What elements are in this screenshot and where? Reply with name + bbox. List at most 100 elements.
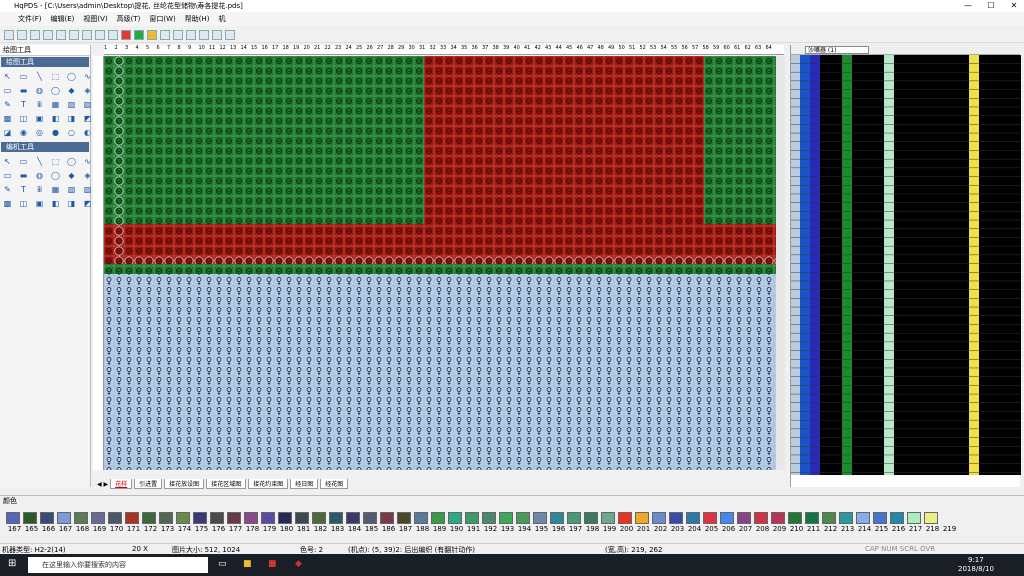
draw-tool-icon-13[interactable]: T [17, 98, 30, 111]
color-swatch[interactable] [890, 512, 904, 524]
draw-tool-icon-21[interactable]: ◧ [49, 112, 62, 125]
color-swatch[interactable] [227, 512, 241, 524]
color-swatch[interactable] [125, 512, 139, 524]
tab-2[interactable]: 引进置 [134, 479, 163, 489]
taskbar-search[interactable]: 在这里输入你要搜索的内容 [28, 557, 208, 573]
color-swatch[interactable] [499, 512, 513, 524]
menu-file[interactable]: 文件(F) [18, 14, 42, 24]
fill-icon[interactable] [212, 29, 222, 40]
tab-pattern[interactable]: 花样 [110, 479, 133, 489]
color-swatch[interactable] [91, 512, 105, 524]
color-swatch[interactable] [703, 512, 717, 524]
color-swatch[interactable] [176, 512, 190, 524]
color-red-icon[interactable] [121, 29, 131, 40]
mirror-icon[interactable] [199, 29, 209, 40]
color-swatch[interactable] [635, 512, 649, 524]
draw-tool-icon-24[interactable]: ◪ [1, 126, 14, 139]
redo-icon[interactable] [56, 29, 66, 40]
draw-tool-icon-19[interactable]: ◫ [17, 112, 30, 125]
color-swatch[interactable] [873, 512, 887, 524]
knit-tool-icon-12[interactable]: ✎ [1, 183, 14, 196]
draw-tool-icon-28[interactable]: ○ [65, 126, 78, 139]
draw-tool-icon-14[interactable]: ⅲ [33, 98, 46, 111]
knit-tool-icon-22[interactable]: ◨ [65, 197, 78, 210]
color-swatch[interactable] [720, 512, 734, 524]
menu-window[interactable]: 窗口(W) [149, 14, 175, 24]
color-swatch[interactable] [550, 512, 564, 524]
knit-tool-icon-10[interactable]: ◆ [65, 169, 78, 182]
tab-3[interactable]: 接花放设图 [164, 479, 205, 489]
copy-icon[interactable] [82, 29, 92, 40]
knit-tool-icon-3[interactable]: ⬚ [49, 155, 62, 168]
knit-tool-icon-2[interactable]: ╲ [33, 155, 46, 168]
color-swatch[interactable] [244, 512, 258, 524]
color-swatch[interactable] [907, 512, 921, 524]
explorer-icon[interactable]: ■ [243, 559, 252, 569]
draw-tool-icon-8[interactable]: ◍ [33, 84, 46, 97]
tab-6[interactable]: 经日图 [290, 479, 319, 489]
draw-tool-icon-15[interactable]: ▦ [49, 98, 62, 111]
color-swatch[interactable] [295, 512, 309, 524]
knit-tool-icon-21[interactable]: ◧ [49, 197, 62, 210]
color-swatch[interactable] [533, 512, 547, 524]
draw-tool-icon-16[interactable]: ▧ [65, 98, 78, 111]
new-icon[interactable] [4, 29, 14, 40]
save-icon[interactable] [30, 29, 40, 40]
zoom-out-icon[interactable] [173, 29, 183, 40]
knit-tool-icon-8[interactable]: ◍ [33, 169, 46, 182]
color-swatch[interactable] [312, 512, 326, 524]
tab-7[interactable]: 经花图 [320, 479, 349, 489]
color-swatch[interactable] [40, 512, 54, 524]
color-swatch[interactable] [754, 512, 768, 524]
color-yellow-icon[interactable] [147, 29, 157, 40]
knit-tool-icon-13[interactable]: T [17, 183, 30, 196]
color-swatch[interactable] [431, 512, 445, 524]
knit-tool-icon-19[interactable]: ◫ [17, 197, 30, 210]
draw-tool-icon-10[interactable]: ◆ [65, 84, 78, 97]
color-swatch[interactable] [924, 512, 938, 524]
draw-tool-icon-2[interactable]: ╲ [33, 70, 46, 83]
color-swatch[interactable] [23, 512, 37, 524]
draw-tool-icon-7[interactable]: ▬ [17, 84, 30, 97]
knit-tool-icon-4[interactable]: ◯ [65, 155, 78, 168]
tab-nav-icon[interactable]: ◀ ▶ [97, 481, 108, 488]
draw-tool-icon-20[interactable]: ▣ [33, 112, 46, 125]
draw-tool-icon-22[interactable]: ◨ [65, 112, 78, 125]
color-swatch[interactable] [380, 512, 394, 524]
close-button[interactable]: ✕ [1006, 0, 1022, 12]
open-icon[interactable] [17, 29, 27, 40]
minimize-button[interactable]: — [960, 0, 976, 12]
task-view-icon[interactable]: ▭ [218, 559, 227, 569]
color-swatch[interactable] [482, 512, 496, 524]
color-swatch[interactable] [448, 512, 462, 524]
app-icon[interactable]: ■ [268, 559, 277, 569]
knit-tool-icon-18[interactable]: ▩ [1, 197, 14, 210]
color-swatch[interactable] [856, 512, 870, 524]
color-swatch[interactable] [669, 512, 683, 524]
zoom-in-icon[interactable] [160, 29, 170, 40]
color-swatch[interactable] [686, 512, 700, 524]
color-swatch[interactable] [142, 512, 156, 524]
color-swatch[interactable] [516, 512, 530, 524]
color-swatch[interactable] [108, 512, 122, 524]
draw-tool-icon-0[interactable]: ↖ [1, 70, 14, 83]
color-swatch[interactable] [193, 512, 207, 524]
knit-tool-icon-1[interactable]: ▭ [17, 155, 30, 168]
color-swatch[interactable] [737, 512, 751, 524]
carrier-dropdown[interactable]: 沙嘴器 (1) [805, 46, 869, 54]
menu-view[interactable]: 视图(V) [83, 14, 107, 24]
color-green-icon[interactable] [134, 29, 144, 40]
draw-tool-icon-25[interactable]: ◉ [17, 126, 30, 139]
color-swatch[interactable] [822, 512, 836, 524]
color-swatch[interactable] [771, 512, 785, 524]
color-swatch[interactable] [210, 512, 224, 524]
section-knit-tools[interactable]: 编机工具 [1, 142, 89, 152]
knit-tool-icon-15[interactable]: ▦ [49, 183, 62, 196]
maximize-button[interactable]: ☐ [983, 0, 999, 12]
color-swatch[interactable] [839, 512, 853, 524]
vertical-scrollbar[interactable] [776, 56, 785, 470]
color-swatch[interactable] [159, 512, 173, 524]
color-swatch[interactable] [652, 512, 666, 524]
undo-icon[interactable] [43, 29, 53, 40]
pattern-grid[interactable] [104, 56, 776, 470]
